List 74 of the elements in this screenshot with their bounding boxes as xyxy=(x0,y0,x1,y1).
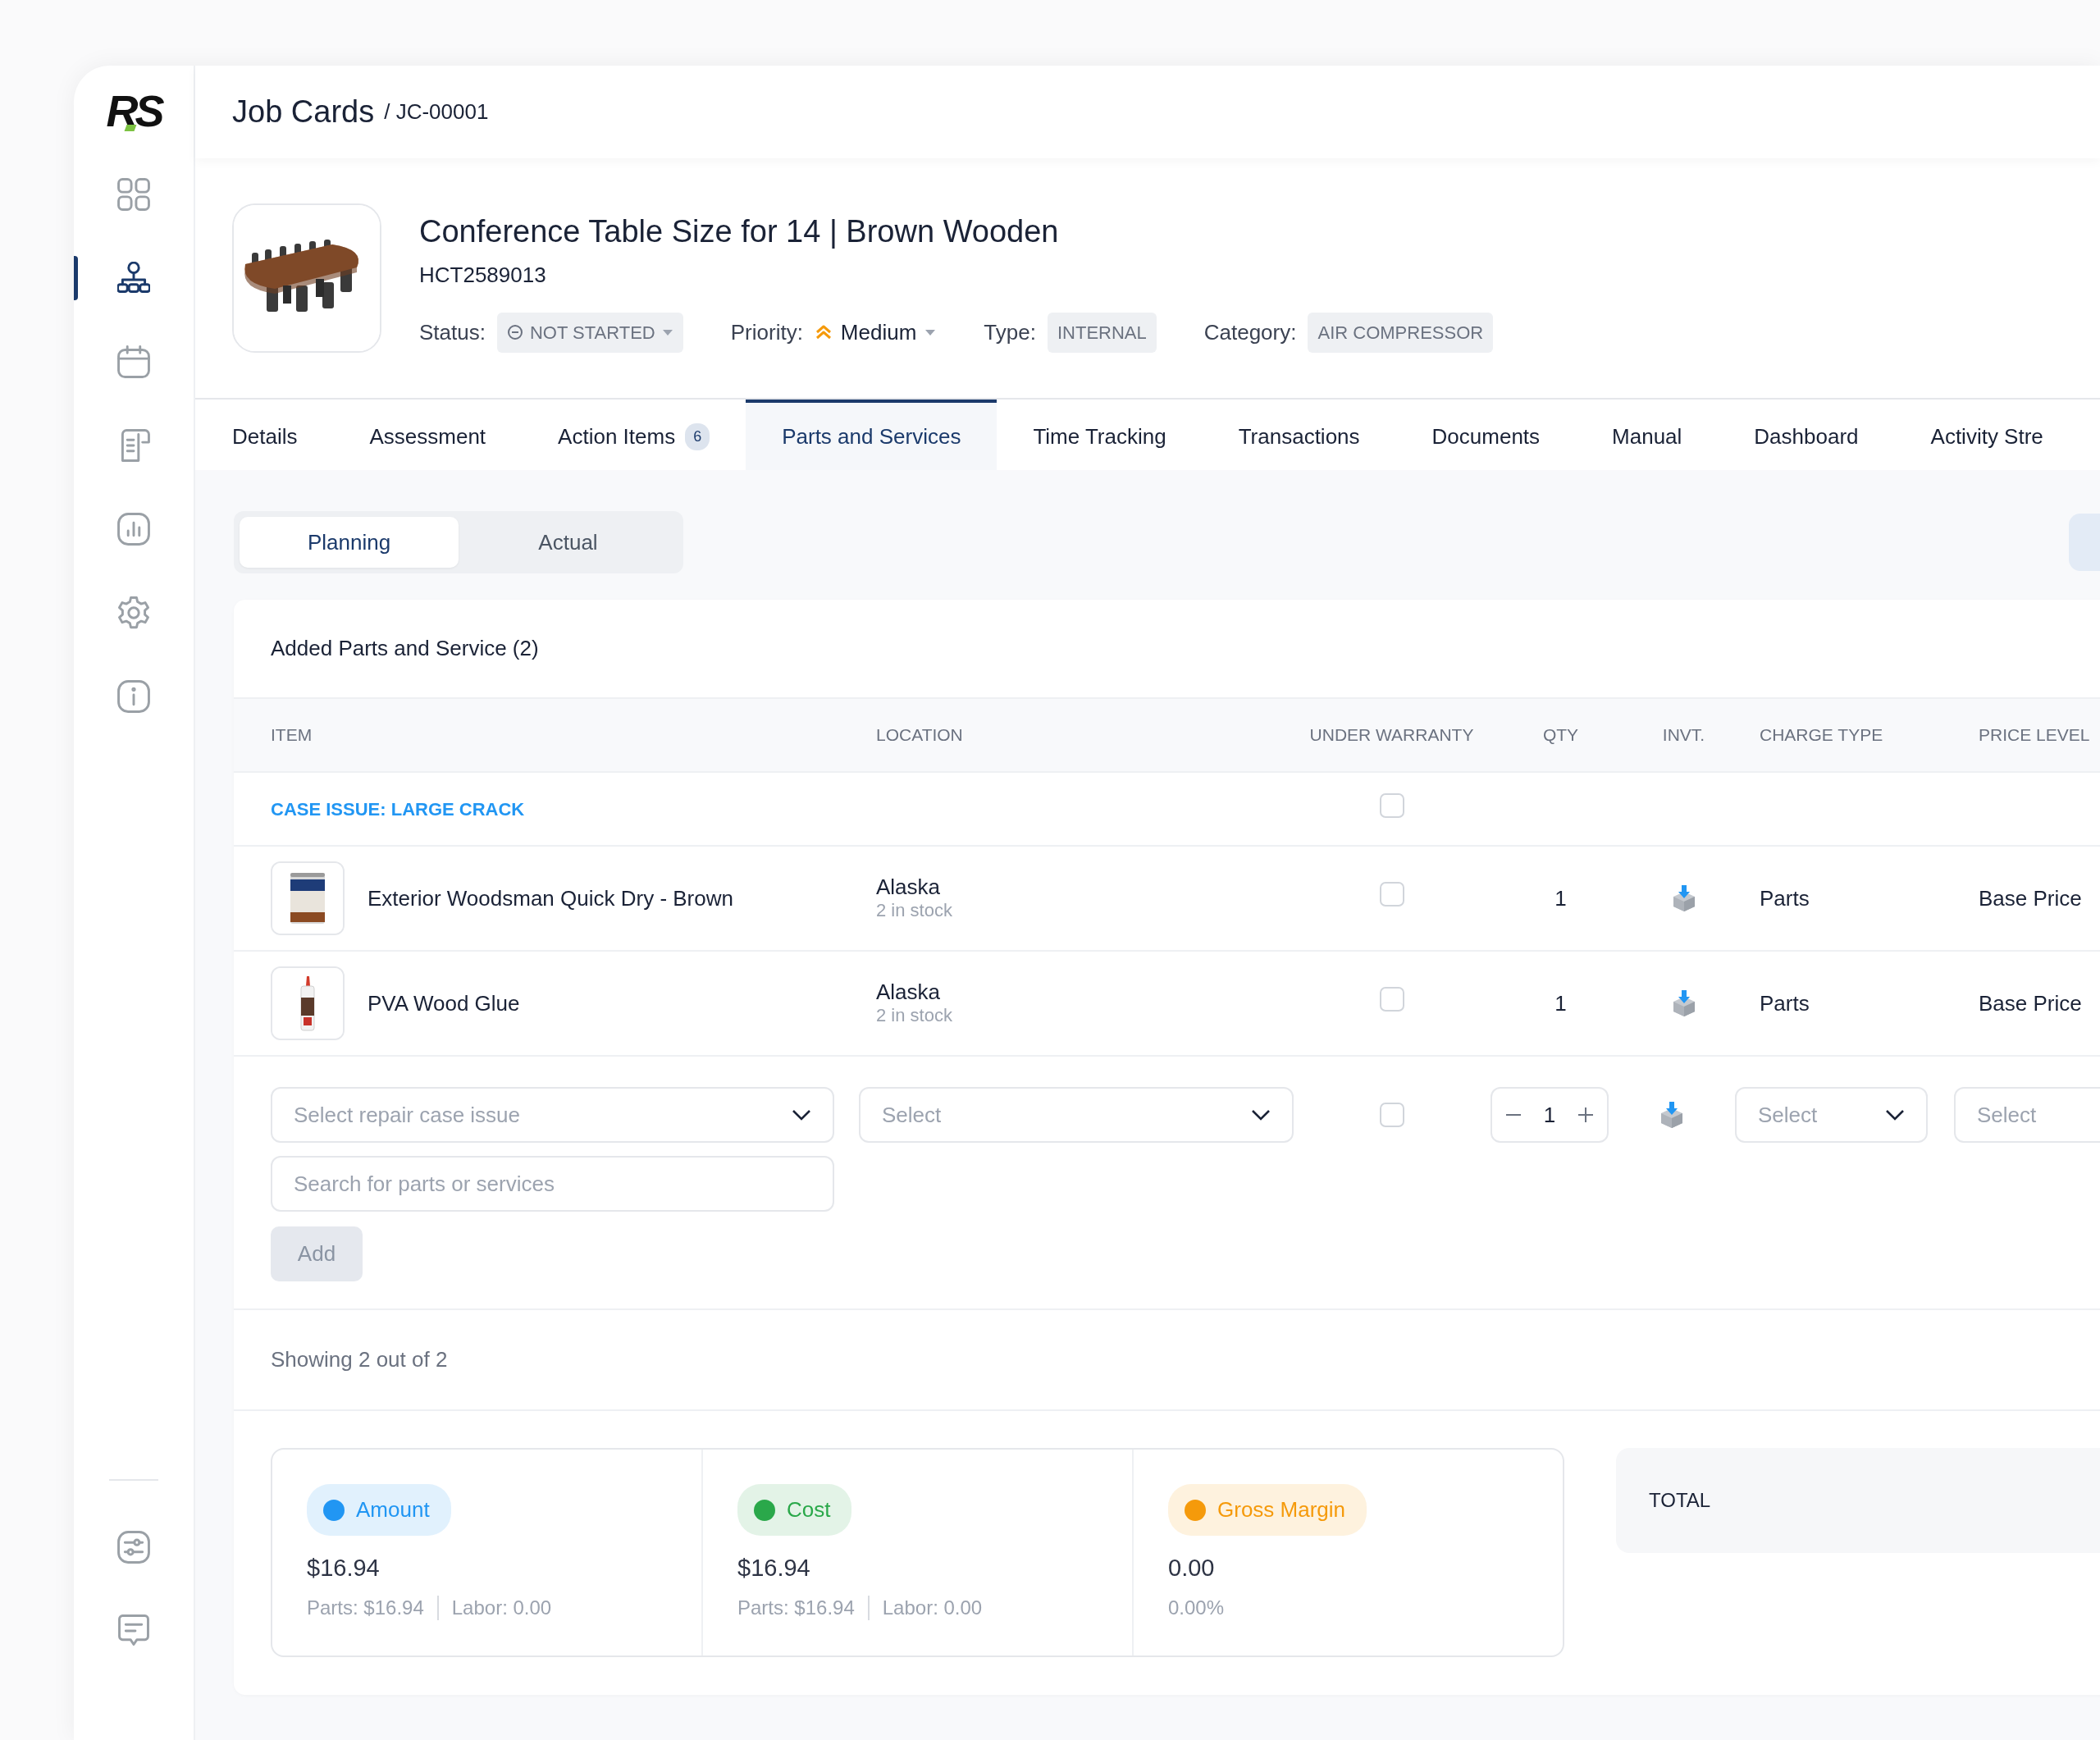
chart-icon[interactable] xyxy=(117,513,150,546)
charge-type-text: Parts xyxy=(1760,989,1810,1017)
chevron-down-icon xyxy=(792,1109,811,1121)
labor-amount: Labor: 0.00 xyxy=(451,1595,552,1620)
chat-icon[interactable] xyxy=(117,1614,150,1647)
summary-value: $16.94 xyxy=(737,1554,811,1582)
status-label: Status: xyxy=(419,318,486,346)
item-name: PVA Wood Glue xyxy=(368,989,520,1017)
minus-circle-icon xyxy=(506,324,523,341)
quantity-stepper[interactable]: 1 xyxy=(1491,1087,1609,1143)
selection-indicator xyxy=(74,256,78,300)
column-header: PRICE LEVEL xyxy=(1979,724,2091,747)
page-title: Job Cards xyxy=(232,94,375,130)
parts-amount: Parts: $16.94 xyxy=(307,1595,424,1620)
breadcrumb-text: / JC-00001 xyxy=(384,98,489,126)
checkbox[interactable] xyxy=(1379,792,1404,818)
sliders-icon[interactable] xyxy=(117,1531,150,1564)
column-header: CHARGE TYPE xyxy=(1760,724,1884,747)
category-tag: AIR COMPRESSOR xyxy=(1308,312,1494,353)
product-code: HCT2589013 xyxy=(419,261,547,289)
quantity-value: 1 xyxy=(1554,884,1568,912)
card-title: Added Parts and Service (2) xyxy=(270,635,540,662)
stock-count: 2 in stock xyxy=(876,900,953,922)
summary-value: $16.94 xyxy=(307,1554,381,1582)
price-level-text: Base Price xyxy=(1979,884,2083,912)
price-level-text: Base Price xyxy=(1979,989,2083,1017)
labor-amount: Labor: 0.00 xyxy=(882,1595,983,1620)
tag-label: Gross Margin xyxy=(1217,1496,1346,1523)
charge-type-text: Parts xyxy=(1760,884,1810,912)
segment-tab[interactable]: Planning xyxy=(240,517,459,568)
tab[interactable]: Parts and Services xyxy=(746,400,998,470)
percent-value: 0.00% xyxy=(1168,1595,1225,1620)
column-header: ITEM xyxy=(271,724,313,747)
grid-icon[interactable] xyxy=(117,178,150,211)
calendar-icon[interactable] xyxy=(117,345,150,378)
summary-value: 0.00 xyxy=(1168,1554,1216,1582)
column-header: UNDER WARRANTY xyxy=(1308,724,1475,747)
pagination-summary: Showing 2 out of 2 xyxy=(234,1310,2100,1411)
stock-count: 2 in stock xyxy=(876,1005,953,1027)
tag-label: Cost xyxy=(787,1496,831,1523)
minus-icon xyxy=(1506,1114,1521,1116)
column-header: LOCATION xyxy=(876,724,964,747)
category-label: Category: xyxy=(1203,318,1297,346)
status-dropdown[interactable]: NOT STARTED xyxy=(496,312,683,353)
location-name: Alaska xyxy=(876,980,942,1006)
caret-icon xyxy=(661,328,673,337)
total-label: TOTAL xyxy=(1649,1488,1711,1513)
checkbox[interactable] xyxy=(1379,881,1404,907)
search-field[interactable]: Search for parts or services xyxy=(271,1156,834,1212)
tag-label: Amount xyxy=(356,1496,430,1523)
priority-dropdown[interactable]: Medium xyxy=(814,316,937,349)
case-issue-label: CASE ISSUE: LARGE CRACK xyxy=(271,797,526,821)
column-header: INVT. xyxy=(1661,724,1706,747)
item-name: Exterior Woodsman Quick Dry - Brown xyxy=(368,884,733,912)
location-name: Alaska xyxy=(876,875,942,901)
plus-icon xyxy=(1578,1107,1593,1122)
chevron-down-icon xyxy=(1885,1109,1905,1121)
checkbox[interactable] xyxy=(1380,1103,1404,1127)
chevron-down-icon xyxy=(1251,1109,1271,1121)
quantity-value: 1 xyxy=(1554,989,1568,1017)
product-title: Conference Table Size for 14 | Brown Wooden xyxy=(419,213,1060,250)
info-icon[interactable] xyxy=(117,680,150,713)
parts-amount: Parts: $16.94 xyxy=(737,1595,855,1620)
type-tag: INTERNAL xyxy=(1047,312,1157,353)
priority-label: Priority: xyxy=(730,318,803,346)
caret-icon xyxy=(924,328,937,337)
logo: RS xyxy=(106,89,162,133)
count-badge: 6 xyxy=(685,422,710,450)
checkbox[interactable] xyxy=(1379,986,1404,1012)
hierarchy-icon[interactable] xyxy=(117,262,150,295)
gear-icon[interactable] xyxy=(117,596,150,629)
column-header: QTY xyxy=(1541,724,1580,747)
type-label: Type: xyxy=(984,318,1036,346)
segment-tab[interactable]: Actual xyxy=(459,517,678,568)
